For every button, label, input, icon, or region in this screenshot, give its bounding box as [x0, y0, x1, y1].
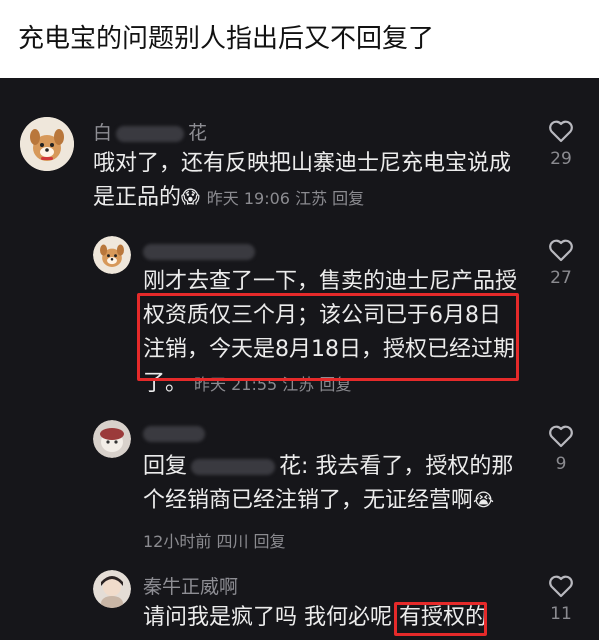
comment-text: 刚才去查了一下，售卖的迪士尼产品授 权资质仅三个月；该公司已于6月8日 注销，今…: [143, 269, 518, 396]
heart-outline-icon: [549, 425, 573, 448]
comment-author[interactable]: [143, 240, 255, 262]
like-button[interactable]: 11: [541, 574, 581, 624]
comment-text: 回复 花: 我去看了，授权的那 个经销商已经注销了，无证经营啊😭: [143, 450, 513, 518]
heart-outline-icon: [549, 120, 573, 143]
avatar[interactable]: [20, 117, 74, 171]
avatar[interactable]: [93, 236, 131, 274]
comment-meta[interactable]: 昨天 19:06 江苏 回复: [207, 189, 364, 208]
like-button[interactable]: 9: [541, 424, 581, 474]
heart-outline-icon: [549, 239, 573, 262]
redacted-name: [191, 459, 276, 475]
like-count: 27: [550, 268, 572, 288]
like-button[interactable]: 27: [541, 238, 581, 288]
scream-emoji-icon: 😱: [181, 187, 200, 208]
avatar[interactable]: [93, 570, 131, 608]
highlighted-text: 有授权的: [399, 605, 488, 630]
comment-meta[interactable]: 12小时前 四川 回复: [143, 528, 286, 552]
comment-author[interactable]: 秦牛正威啊: [143, 572, 238, 599]
comment-meta[interactable]: 昨天 21:55 江苏 回复: [194, 375, 351, 394]
like-button[interactable]: 29: [541, 119, 581, 169]
comment-text: 请问我是疯了吗 我何必呢 有授权的: [143, 605, 488, 630]
comment-text: 哦对了，还有反映把山寨迪士尼充电宝说成 是正品的😱 昨天 19:06 江苏 回复: [93, 147, 511, 216]
post-title: 充电宝的问题别人指出后又不回复了: [18, 24, 435, 54]
crying-emoji-icon: 😭: [473, 490, 495, 511]
comment-author[interactable]: [143, 422, 205, 444]
like-count: 9: [555, 454, 567, 474]
like-count: 11: [550, 604, 572, 624]
like-count: 29: [550, 149, 572, 169]
avatar[interactable]: [93, 420, 131, 458]
heart-outline-icon: [549, 575, 573, 598]
redacted-name: [116, 125, 185, 142]
redacted-name: [143, 243, 255, 260]
redacted-name: [143, 425, 205, 442]
post-title-bar: 充电宝的问题别人指出后又不回复了: [0, 0, 599, 78]
comment-author[interactable]: 白花: [93, 118, 207, 145]
